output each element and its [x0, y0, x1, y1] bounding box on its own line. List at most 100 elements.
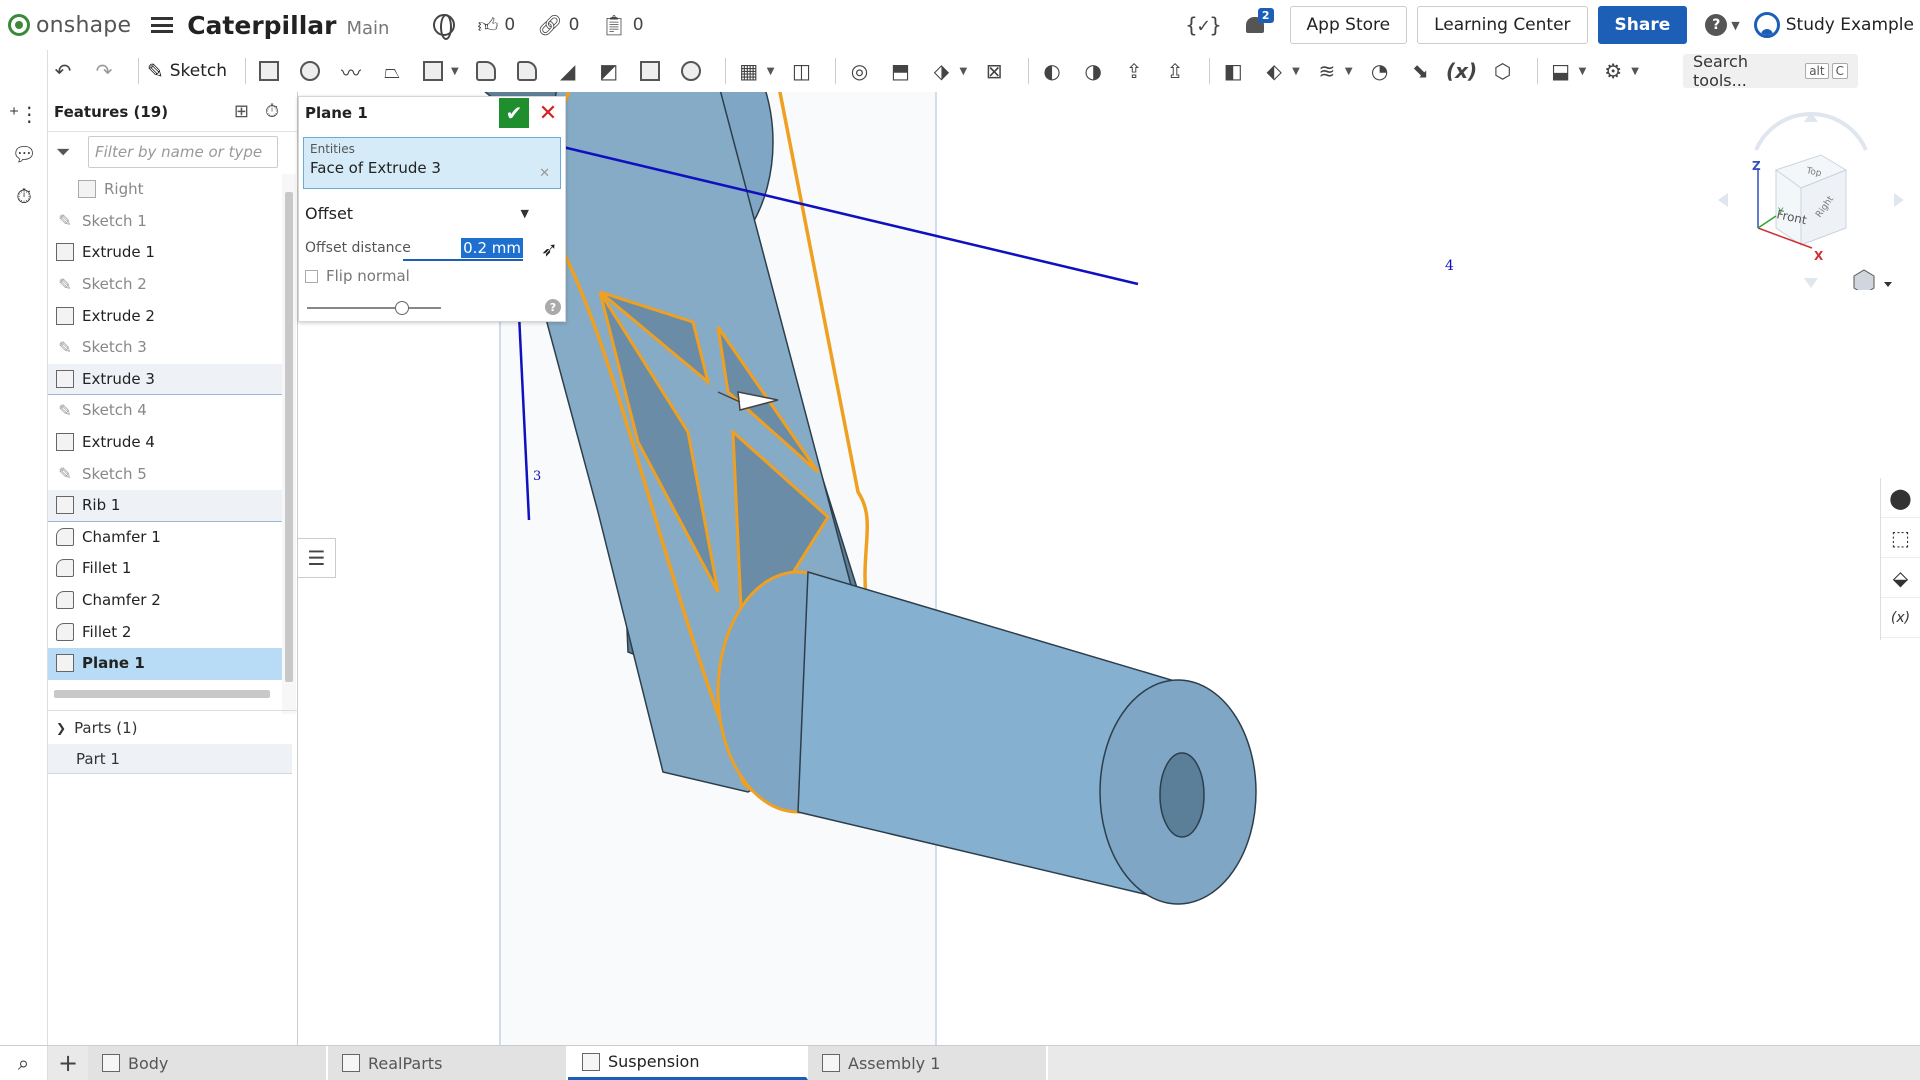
variable-icon[interactable]: (x)	[1446, 56, 1477, 86]
feature-list-item[interactable]: ✎ Sketch 1	[48, 206, 282, 238]
scrollbar-thumb[interactable]	[285, 192, 293, 682]
feature-list-scrollbar[interactable]	[282, 174, 296, 714]
measure-icon[interactable]: ◔	[1365, 56, 1395, 86]
plane-icon[interactable]: ◧	[1218, 56, 1248, 86]
copies-button[interactable]: 📋︎ 0	[601, 13, 643, 37]
undo-icon[interactable]: ↶	[48, 56, 78, 86]
feature-list-item[interactable]: Extrude 3	[48, 363, 282, 396]
tab-suspension[interactable]: Suspension	[568, 1046, 808, 1080]
loft-icon[interactable]: ⏢	[377, 56, 407, 86]
feature-list-horizontal-scrollbar[interactable]	[54, 690, 270, 698]
branch-name[interactable]: Main	[346, 18, 389, 39]
shell-icon[interactable]	[635, 56, 665, 86]
feature-list-item[interactable]: ✎ Sketch 5	[48, 458, 282, 490]
settings-gear-icon[interactable]: ⚙	[1598, 56, 1628, 86]
links-button[interactable]: 🔗︎ 0	[537, 13, 579, 37]
help-icon[interactable]: ?	[1705, 14, 1728, 36]
configurations-icon[interactable]: ⬡	[1488, 56, 1518, 86]
hamburger-menu-icon[interactable]	[151, 17, 174, 33]
transform-caret-icon[interactable]: ▼	[959, 66, 967, 77]
list-view-toggle-icon[interactable]: ☰	[298, 538, 336, 578]
feature-list-item[interactable]: ✎ Sketch 3	[48, 332, 282, 364]
feature-list-item[interactable]: Extrude 2	[48, 300, 282, 332]
filter-funnel-icon[interactable]: ⏷	[56, 142, 84, 163]
rib-icon[interactable]: ◩	[594, 56, 624, 86]
delete-part-icon[interactable]: ⊠	[979, 56, 1009, 86]
variables-table-icon[interactable]: (x)	[1881, 598, 1920, 638]
offset-slider[interactable]	[307, 301, 441, 315]
sheet-metal-caret-icon[interactable]: ▼	[1579, 66, 1587, 77]
dialog-help-icon[interactable]: ?	[545, 299, 561, 315]
feature-list-item[interactable]: Rib 1	[48, 489, 282, 522]
learning-center-button[interactable]: Learning Center	[1417, 6, 1588, 44]
remove-entity-icon[interactable]: ✕	[539, 166, 550, 181]
search-tools-button[interactable]: Search tools... alt C	[1683, 52, 1858, 90]
direction-arrow-icon[interactable]: ➶	[541, 237, 558, 261]
entities-selection-box[interactable]: Entities Face of Extrude 3 ✕	[303, 137, 561, 189]
mate-connector-caret-icon[interactable]: ▼	[1292, 66, 1300, 77]
split-icon[interactable]: ⬒	[885, 56, 915, 86]
tab-body[interactable]: Body	[88, 1046, 328, 1080]
settings-caret-icon[interactable]: ▼	[1631, 66, 1639, 77]
move-face-icon[interactable]: ⇪	[1119, 56, 1149, 86]
history-stopwatch-icon[interactable]: ⏱	[12, 184, 36, 208]
feature-filter-input[interactable]	[88, 136, 278, 168]
fillet-icon[interactable]	[471, 56, 501, 86]
feature-studio-icon[interactable]: {✓}	[1185, 13, 1221, 37]
feature-list-item[interactable]: Right	[48, 174, 282, 206]
offset-distance-input[interactable]: 0.2 mm	[403, 235, 523, 261]
search-tabs-icon[interactable]: ⌕	[0, 1046, 48, 1080]
draft-icon[interactable]: ◢	[553, 56, 583, 86]
comment-icon[interactable]: 💬︎	[11, 142, 36, 166]
sweep-icon[interactable]: 〰	[336, 56, 366, 86]
feature-list-item[interactable]: Extrude 1	[48, 237, 282, 269]
cancel-x-icon[interactable]: ✕	[533, 98, 563, 128]
thicken-caret-icon[interactable]: ▼	[451, 66, 459, 77]
tab-realparts[interactable]: RealParts	[328, 1046, 568, 1080]
helix-caret-icon[interactable]: ▼	[1345, 66, 1353, 77]
onshape-logo[interactable]: onshape	[8, 13, 131, 38]
pattern-icon[interactable]: ▦	[734, 56, 764, 86]
rollback-stopwatch-icon[interactable]: ⏱	[265, 101, 279, 122]
app-store-button[interactable]: App Store	[1289, 6, 1408, 44]
mirror-icon[interactable]: ◫	[786, 56, 816, 86]
globe-icon[interactable]	[433, 14, 456, 40]
feature-list-item[interactable]: Fillet 1	[48, 553, 282, 585]
import-icon[interactable]: ⬊	[1406, 56, 1436, 86]
sheet-metal-icon[interactable]: ⬓	[1546, 56, 1576, 86]
feature-list-item[interactable]: Chamfer 2	[48, 585, 282, 617]
revolve-icon[interactable]	[295, 56, 325, 86]
bom-icon[interactable]: ⬚	[1881, 518, 1920, 558]
help-caret-icon[interactable]: ▼	[1731, 19, 1739, 32]
add-folder-icon[interactable]: ⊞	[234, 101, 249, 122]
like-button[interactable]: 👍︎ 0	[477, 13, 515, 38]
replace-face-icon[interactable]: ⇫	[1160, 56, 1190, 86]
parts-section-header[interactable]: ❯ Parts (1)	[48, 710, 298, 744]
feature-list-item[interactable]: Plane 1	[48, 647, 282, 680]
chamfer-icon[interactable]	[512, 56, 542, 86]
appearance-icon[interactable]: ⬤	[1881, 478, 1920, 518]
extrude-icon[interactable]	[254, 56, 284, 86]
mass-properties-icon[interactable]: ⬙	[1881, 558, 1920, 598]
add-tab-icon[interactable]: +	[48, 1046, 88, 1080]
sketch-button[interactable]: ✎ Sketch	[147, 59, 227, 83]
view-cube[interactable]: Top Front Right Z X Y	[1716, 110, 1906, 290]
user-menu[interactable]: Study Example	[1753, 12, 1914, 38]
feature-list-item[interactable]: ✎ Sketch 4	[48, 395, 282, 427]
part-list-item[interactable]: Part 1	[48, 744, 292, 774]
boolean-icon[interactable]: ◎	[844, 56, 874, 86]
redo-icon[interactable]: ↷	[89, 56, 119, 86]
mate-connector-icon[interactable]: ⬖	[1259, 56, 1289, 86]
feature-list-item[interactable]: Fillet 2	[48, 616, 282, 648]
hole-icon[interactable]	[676, 56, 706, 86]
share-button[interactable]: Share	[1597, 6, 1688, 44]
transform-icon[interactable]: ⬗	[926, 56, 956, 86]
document-title[interactable]: Caterpillar	[187, 11, 336, 40]
slider-handle[interactable]	[395, 301, 409, 315]
delete-face-icon[interactable]: ◑	[1078, 56, 1108, 86]
thicken-icon[interactable]	[418, 56, 448, 86]
modify-fillet-icon[interactable]: ◐	[1037, 56, 1067, 86]
flip-normal-checkbox[interactable]: Flip normal	[305, 267, 410, 285]
helix-icon[interactable]: ≋	[1312, 56, 1342, 86]
add-feature-icon[interactable]: ⁺⋮	[9, 102, 40, 126]
